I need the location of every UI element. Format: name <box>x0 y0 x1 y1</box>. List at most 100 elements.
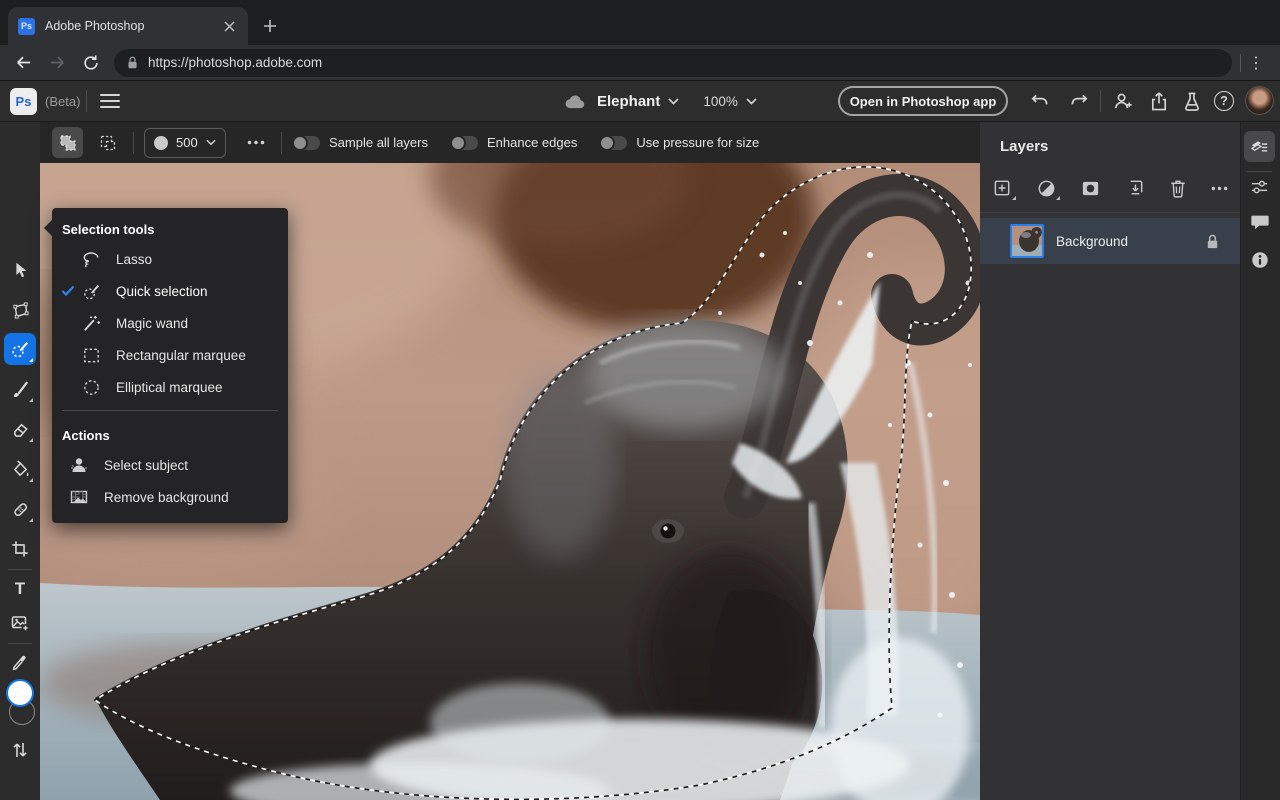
browser-tab[interactable]: Ps Adobe Photoshop <box>8 7 248 45</box>
foreground-color-swatch[interactable] <box>6 679 34 707</box>
add-to-selection-button[interactable] <box>52 127 83 158</box>
menu-item-elliptical-marquee[interactable]: Elliptical marquee <box>52 371 288 403</box>
use-pressure-label: Use pressure for size <box>636 135 760 150</box>
more-brush-options-button[interactable] <box>240 127 271 158</box>
menu-item-remove-background[interactable]: Remove background <box>52 481 288 513</box>
invite-people-icon[interactable] <box>1108 86 1138 116</box>
tool-rail: T <box>0 122 40 800</box>
layers-more-icon[interactable] <box>1211 186 1228 191</box>
rectangular-marquee-icon <box>80 346 102 365</box>
tool-divider-1 <box>8 569 32 570</box>
menu-item-magic-wand[interactable]: Magic wand <box>52 307 288 339</box>
options-separator-2 <box>281 131 282 154</box>
share-icon[interactable] <box>1144 86 1174 116</box>
brush-tool[interactable] <box>4 373 36 405</box>
eyedropper-tool[interactable] <box>4 647 36 679</box>
move-tool[interactable] <box>4 254 36 286</box>
layers-stack-icon <box>1250 141 1268 152</box>
add-to-selection-icon <box>59 134 76 151</box>
menu-label: Remove background <box>104 489 229 505</box>
beaker-labs-icon[interactable] <box>1177 86 1207 116</box>
tab-title: Adobe Photoshop <box>45 19 145 33</box>
document-group: Elephant 100% <box>564 88 757 114</box>
lasso-icon <box>80 250 102 269</box>
actions-title: Actions <box>62 428 110 443</box>
layer-mask-icon[interactable] <box>1080 178 1101 199</box>
menu-label: Select subject <box>104 457 189 473</box>
subtract-from-selection-button[interactable] <box>92 127 123 158</box>
brush-preview-icon <box>154 135 168 150</box>
menu-label: Quick selection <box>116 283 208 299</box>
layers-panel: Layers Background <box>980 122 1240 800</box>
menu-item-select-subject[interactable]: Select subject <box>52 449 288 481</box>
delete-layer-icon[interactable] <box>1168 178 1188 199</box>
swap-colors-tool[interactable] <box>4 734 36 766</box>
reload-button[interactable] <box>74 49 108 77</box>
menu-item-quick-selection[interactable]: Quick selection <box>52 275 288 307</box>
use-pressure-toggle[interactable] <box>599 134 628 151</box>
adjustment-layer-icon[interactable] <box>1036 178 1060 200</box>
cloud-sync-icon <box>565 94 585 108</box>
comments-panel-tab[interactable] <box>1244 206 1275 237</box>
remove-background-icon <box>68 487 90 507</box>
menu-label: Rectangular marquee <box>116 347 246 363</box>
user-avatar[interactable] <box>1245 86 1274 115</box>
fill-tool[interactable] <box>4 453 36 485</box>
comment-icon <box>1250 215 1269 229</box>
sample-all-layers-toggle[interactable] <box>292 134 320 151</box>
menu-item-rectangular-marquee[interactable]: Rectangular marquee <box>52 339 288 371</box>
new-tab-button[interactable] <box>258 14 282 38</box>
menu-label: Elliptical marquee <box>116 379 223 395</box>
menu-label: Lasso <box>116 251 153 267</box>
menu-label: Magic wand <box>116 315 189 331</box>
polygonal-lasso-tool[interactable] <box>4 294 36 326</box>
layer-name: Background <box>1056 233 1129 249</box>
info-icon <box>1251 251 1268 268</box>
enhance-edges-label: Enhance edges <box>487 135 578 150</box>
undo-icon[interactable] <box>1024 86 1054 116</box>
magic-wand-icon <box>80 314 102 333</box>
check-icon <box>61 285 75 297</box>
layer-row-background[interactable]: Background <box>980 218 1240 264</box>
menu-item-lasso[interactable]: Lasso <box>52 243 288 275</box>
layers-panel-tab[interactable] <box>1244 131 1275 162</box>
https-lock-icon <box>128 56 137 69</box>
main-menu-button[interactable] <box>100 92 120 110</box>
redo-icon[interactable] <box>1064 86 1094 116</box>
zoom-level[interactable]: 100% <box>703 94 738 109</box>
crop-tool[interactable] <box>4 533 36 565</box>
sample-all-layers-label: Sample all layers <box>329 135 428 150</box>
header-separator-2 <box>1100 90 1101 112</box>
help-icon[interactable]: ? <box>1209 86 1239 116</box>
tab-close-icon[interactable] <box>220 17 238 35</box>
brush-size-dropdown[interactable]: 500 <box>144 127 226 158</box>
screen: Ps Adobe Photoshop https://photoshop.ado… <box>0 0 1280 800</box>
document-chevron-down-icon[interactable] <box>668 97 679 105</box>
zoom-chevron-down-icon[interactable] <box>746 97 757 105</box>
place-image-tool[interactable] <box>4 607 36 639</box>
layer-thumbnail[interactable] <box>1010 224 1044 258</box>
info-panel-tab[interactable] <box>1244 244 1275 275</box>
document-name: Elephant <box>597 92 661 110</box>
layer-arrange-icon[interactable] <box>1124 178 1145 199</box>
forward-button[interactable] <box>40 49 74 77</box>
back-button[interactable] <box>6 49 40 77</box>
elliptical-marquee-icon <box>80 378 102 397</box>
flyout-title: Selection tools <box>62 222 155 237</box>
quick-selection-tool[interactable] <box>4 333 36 365</box>
flyout-divider <box>62 410 278 411</box>
open-in-photoshop-button[interactable]: Open in Photoshop app <box>838 86 1008 116</box>
type-tool[interactable]: T <box>4 573 36 605</box>
properties-panel-tab[interactable] <box>1244 172 1275 203</box>
sliders-icon <box>1251 180 1268 194</box>
new-layer-icon[interactable] <box>992 178 1016 200</box>
enhance-edges-toggle[interactable] <box>450 134 478 151</box>
healing-brush-tool[interactable] <box>4 493 36 525</box>
browser-menu-icon[interactable]: ⋮ <box>1241 49 1271 77</box>
ps-logo: Ps <box>10 88 37 115</box>
url-bar[interactable]: https://photoshop.adobe.com <box>114 48 1232 77</box>
eraser-tool[interactable] <box>4 413 36 445</box>
brush-chevron-down-icon <box>206 139 216 146</box>
layers-divider <box>980 212 1240 213</box>
layer-lock-icon[interactable] <box>1205 233 1220 250</box>
